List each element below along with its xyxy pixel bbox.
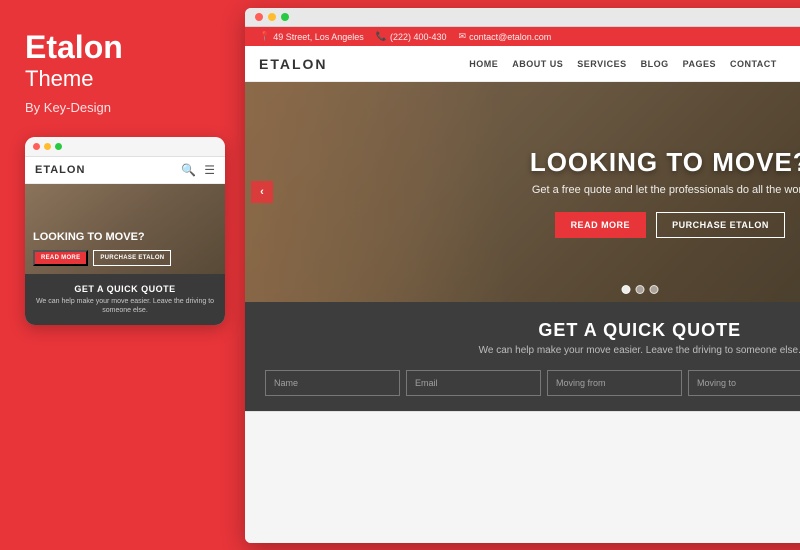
browser-dot-green [281, 13, 289, 21]
mobile-quote-subtitle: We can help make your move easier. Leave… [35, 297, 215, 315]
mobile-nav-icons: 🔍 ☰ [181, 163, 215, 177]
mobile-purchase-button[interactable]: PURCHASE ETALON [93, 250, 171, 266]
left-panel: Etalon Theme By Key-Design ETALON 🔍 ☰ LO… [0, 0, 245, 550]
hero-content: LOOKING TO MOVE? Get a free quote and le… [510, 147, 800, 238]
site-hero: 🖥 📱 🏠 ‹ LOOKING TO MOVE? Get a free quot… [245, 82, 800, 302]
mobile-read-more-button[interactable]: READ MORE [33, 250, 88, 266]
mobile-hero-title: LOOKING TO MOVE? [33, 231, 217, 244]
quote-title: GET A QUICK QUOTE [265, 320, 800, 341]
phone-icon: 📞 [376, 31, 387, 42]
brand-name: Etalon Theme By Key-Design [25, 30, 220, 115]
mobile-mockup: ETALON 🔍 ☰ LOOKING TO MOVE? READ MORE PU… [25, 137, 225, 325]
browser-chrome [245, 8, 800, 27]
topbar-address: 📍 49 Street, Los Angeles [259, 31, 364, 42]
bottom-bar [245, 411, 800, 543]
prev-arrow-icon: ‹ [260, 186, 264, 198]
mobile-menu-icon: ☰ [204, 163, 215, 177]
purchase-button[interactable]: PURCHASE ETALON [656, 212, 785, 238]
location-icon: 📍 [259, 31, 270, 42]
site-nav: ETALON HOME ABOUT US SERVICES BLOG PAGES… [245, 46, 800, 82]
mobile-nav: ETALON 🔍 ☰ [25, 157, 225, 184]
email-icon: ✉ [459, 31, 467, 42]
slider-dot-1[interactable] [621, 285, 630, 294]
quote-section: GET A QUICK QUOTE We can help make your … [245, 302, 800, 411]
browser-dot-yellow [268, 13, 276, 21]
browser-dot-red [255, 13, 263, 21]
mobile-logo: ETALON [35, 164, 85, 176]
hero-subtitle: Get a free quote and let the professiona… [530, 184, 800, 196]
nav-about[interactable]: ABOUT US [512, 59, 563, 69]
slider-dot-3[interactable] [649, 285, 658, 294]
quote-form: SUBMIT [265, 368, 800, 397]
quote-subtitle: We can help make your move easier. Leave… [265, 345, 800, 356]
hero-person-silhouette [245, 82, 505, 302]
mobile-dot-yellow [44, 143, 51, 150]
topbar-email: ✉ contact@etalon.com [459, 31, 552, 42]
name-input[interactable] [265, 370, 400, 396]
topbar-left: 📍 49 Street, Los Angeles 📞 (222) 400-430… [259, 31, 551, 42]
browser-window: 📍 49 Street, Los Angeles 📞 (222) 400-430… [245, 8, 800, 543]
nav-contact[interactable]: CONTACT [730, 59, 777, 69]
right-panel: 📍 49 Street, Los Angeles 📞 (222) 400-430… [245, 0, 800, 550]
mobile-dot-green [55, 143, 62, 150]
moving-from-input[interactable] [547, 370, 682, 396]
mobile-search-icon: 🔍 [181, 163, 196, 177]
site-topbar: 📍 49 Street, Los Angeles 📞 (222) 400-430… [245, 27, 800, 46]
nav-pages[interactable]: PAGES [683, 59, 716, 69]
hero-buttons: READ MORE PURCHASE ETALON [530, 212, 800, 238]
read-more-button[interactable]: READ MORE [555, 212, 647, 238]
hero-title: LOOKING TO MOVE? [530, 147, 800, 178]
site-menu: HOME ABOUT US SERVICES BLOG PAGES CONTAC… [469, 59, 777, 69]
mobile-hero: LOOKING TO MOVE? READ MORE PURCHASE ETAL… [25, 184, 225, 274]
site-logo: ETALON [259, 56, 328, 72]
topbar-phone: 📞 (222) 400-430 [376, 31, 447, 42]
moving-to-input[interactable] [688, 370, 800, 396]
slider-prev-button[interactable]: ‹ [251, 181, 273, 203]
nav-home[interactable]: HOME [469, 59, 498, 69]
email-input[interactable] [406, 370, 541, 396]
mobile-dot-red [33, 143, 40, 150]
nav-blog[interactable]: BLOG [641, 59, 669, 69]
mobile-quote-section: GET A QUICK QUOTE We can help make your … [25, 274, 225, 325]
mobile-hero-buttons: READ MORE PURCHASE ETALON [33, 250, 217, 266]
slider-dot-2[interactable] [635, 285, 644, 294]
nav-services[interactable]: SERVICES [577, 59, 626, 69]
mobile-chrome [25, 137, 225, 157]
mobile-quote-title: GET A QUICK QUOTE [35, 284, 215, 294]
slider-dots [621, 285, 658, 294]
